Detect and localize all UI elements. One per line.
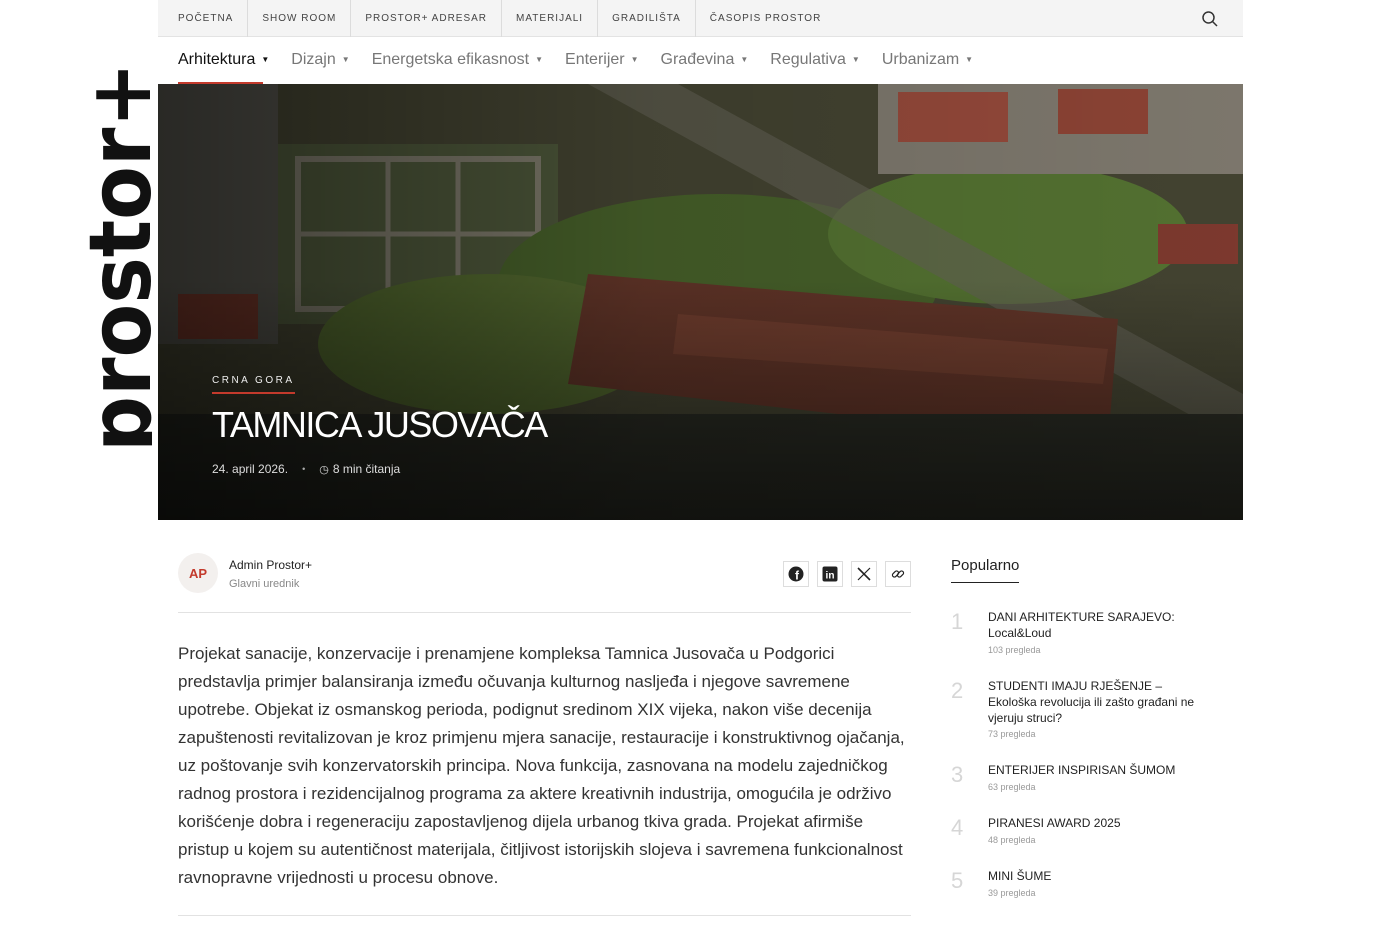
nav-show-room[interactable]: SHOW ROOM (247, 0, 350, 37)
share-buttons: f in (775, 561, 911, 587)
nav-pocetna[interactable]: POČETNA (158, 0, 247, 37)
chevron-down-icon: ▼ (740, 55, 749, 64)
author-name[interactable]: Admin Prostor+ (229, 558, 312, 572)
category-energetska-efikasnost[interactable]: Energetska efikasnost ▼ (372, 38, 543, 84)
facebook-icon: f (788, 566, 804, 582)
popular-rank: 3 (951, 762, 964, 787)
category-urbanizam[interactable]: Urbanizam ▼ (882, 38, 973, 84)
share-linkedin-button[interactable]: in (817, 561, 843, 587)
divider (178, 915, 911, 916)
chevron-down-icon: ▼ (535, 55, 544, 64)
popular-heading: Popularno (951, 557, 1020, 583)
read-time: 8 min čitanja (332, 462, 401, 476)
nav-prostor-adresar[interactable]: PROSTOR+ ADRESAR (350, 0, 501, 37)
category-label: Urbanizam (881, 51, 960, 69)
nav-materijali[interactable]: MATERIJALI (501, 0, 597, 37)
hero-banner[interactable]: CRNA GORA TAMNICA JUSOVAČA 24. april 202… (158, 84, 1243, 520)
popular-views: 48 pregleda (988, 835, 1036, 845)
author-box: AP Admin Prostor+ Glavni urednik f in (178, 553, 911, 613)
category-enterijer[interactable]: Enterijer ▼ (565, 38, 639, 84)
share-x-button[interactable] (851, 561, 877, 587)
category-label: Građevina (660, 51, 735, 69)
popular-title[interactable]: MINI ŠUME (988, 868, 1210, 884)
category-label: Enterijer (565, 51, 625, 69)
search-icon[interactable] (1201, 10, 1219, 28)
chevron-down-icon: ▼ (851, 55, 860, 64)
share-facebook-button[interactable]: f (783, 561, 809, 587)
popular-rank: 4 (951, 815, 964, 840)
author-role: Glavni urednik (229, 578, 300, 590)
popular-title[interactable]: DANI ARHITEKTURE SARAJEVO: Local&Loud (988, 609, 1210, 641)
svg-text:in: in (826, 571, 835, 582)
category-navigation: Arhitektura ▼ Dizajn ▼ Energetska efikasno… (158, 38, 1243, 84)
chevron-down-icon: ▼ (341, 55, 350, 64)
category-label: Arhitektura (178, 51, 256, 69)
logo-text: prostor+ (80, 62, 152, 452)
category-label: Dizajn (291, 51, 336, 69)
popular-title[interactable]: PIRANESI AWARD 2025 (988, 815, 1210, 831)
link-icon (891, 570, 905, 578)
separator-dot: • (302, 464, 306, 474)
nav-casopis-prostor[interactable]: ČASOPIS PROSTOR (694, 0, 836, 37)
hero-category-tag[interactable]: CRNA GORA (212, 375, 295, 394)
popular-title[interactable]: ENTERIJER INSPIRISAN ŠUMOM (988, 762, 1210, 778)
popular-views: 103 pregleda (988, 645, 1041, 655)
category-regulativa[interactable]: Regulativa ▼ (770, 38, 860, 84)
popular-views: 73 pregleda (988, 729, 1036, 739)
chevron-down-icon: ▼ (261, 55, 270, 64)
category-label: Regulativa (770, 51, 846, 69)
popular-views: 39 pregleda (988, 888, 1036, 898)
article-meta: 24. april 2026. • ◷ 8 min čitanja (212, 462, 400, 476)
hero-overlay (158, 84, 1243, 520)
popular-rank: 2 (951, 678, 964, 703)
nav-gradilista[interactable]: GRADILIŠTA (597, 0, 695, 37)
copy-link-button[interactable] (885, 561, 911, 587)
clock-icon: ◷ (319, 463, 329, 476)
x-icon (857, 567, 871, 581)
linkedin-icon: in (822, 566, 838, 582)
category-arhitektura[interactable]: Arhitektura ▼ (178, 38, 269, 84)
article-title: TAMNICA JUSOVAČA (212, 404, 548, 445)
popular-views: 63 pregleda (988, 782, 1036, 792)
article-body: Projekat sanacije, konzervacije i prenam… (178, 644, 905, 887)
site-logo[interactable]: prostor+ (80, 60, 152, 452)
chevron-down-icon: ▼ (630, 55, 639, 64)
popular-title[interactable]: STUDENTI IMAJU RJEŠENJE – Ekološka revol… (988, 678, 1210, 726)
category-gradevina[interactable]: Građevina ▼ (661, 38, 749, 84)
article-date: 24. april 2026. (212, 462, 289, 476)
chevron-down-icon: ▼ (965, 55, 974, 64)
top-navigation: POČETNA SHOW ROOM PROSTOR+ ADRESAR MATER… (158, 0, 1243, 37)
category-label: Energetska efikasnost (371, 51, 530, 69)
category-dizajn[interactable]: Dizajn ▼ (291, 38, 349, 84)
popular-rank: 5 (951, 868, 964, 893)
popular-rank: 1 (951, 609, 964, 634)
avatar[interactable]: AP (178, 553, 218, 593)
